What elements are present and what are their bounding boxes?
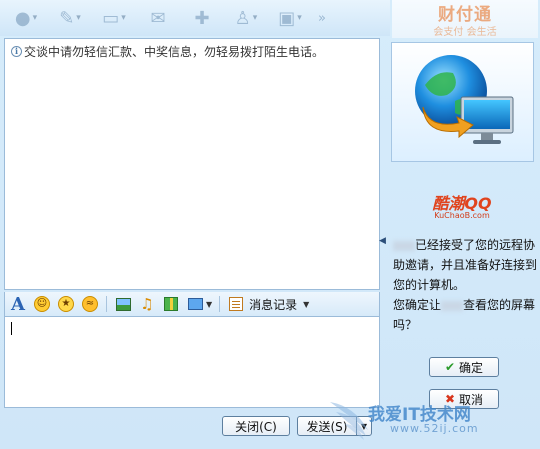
video-call-icon: ● [14, 7, 31, 29]
remote-assist-icon: ▣ [278, 7, 296, 29]
format-toolbar: A ☺ ★ ≈ ♫ ▼ 消息记录 ▼ [4, 292, 380, 316]
kuchao-site: KuChaoB.com [434, 211, 490, 220]
shake-window-button[interactable]: ≈ [81, 295, 99, 313]
close-icon: ✖ [444, 392, 456, 406]
chevron-down-icon[interactable]: ▼ [303, 300, 309, 309]
send-image-button[interactable] [114, 295, 132, 313]
accept-label: 确定 [459, 360, 484, 375]
chevron-down-icon[interactable]: ▾ [297, 13, 302, 23]
top-toolbar: ● ▾ ✎ ▾ ▭ ▾ ✉ ✚ ♙ ▾ ▣ ▾ » [0, 0, 390, 36]
history-label[interactable]: 消息记录 [249, 296, 297, 313]
history-icon [229, 297, 244, 311]
person-info-icon: ♙ [234, 7, 251, 29]
font-icon[interactable]: A [9, 294, 27, 315]
chevron-down-icon[interactable]: ▾ [33, 13, 38, 23]
gift-icon [164, 297, 178, 311]
send-options-button[interactable]: ▼ [356, 416, 372, 436]
chevron-down-icon[interactable]: ▾ [121, 13, 126, 23]
toolbar-more-button[interactable]: » [318, 11, 326, 26]
safety-notice-text: 交谈中请勿轻信汇款、中奖信息，勿轻易拨打陌生电话。 [24, 45, 325, 59]
blurred-contact-name [393, 240, 415, 251]
kuchao-logo: 酷潮QQ KuChaoB.com [412, 190, 512, 222]
magic-emoji-icon: ★ [58, 296, 74, 312]
send-button[interactable]: 发送(S) [297, 416, 357, 436]
add-app-button[interactable]: ✚ [182, 4, 222, 32]
remote-assist-message: 已经接受了您的远程协助邀请，并且准备好连接到您的计算机。 您确定让 查看您的屏幕吗… [393, 235, 537, 335]
video-call-button[interactable]: ● ▾ [6, 4, 46, 32]
person-info-button[interactable]: ♙ ▾ [226, 4, 266, 32]
chevron-down-icon[interactable]: ▾ [76, 13, 81, 23]
cancel-button[interactable]: ✖ 取消 [429, 389, 499, 409]
toolbar-divider [219, 296, 221, 312]
send-mail-button[interactable]: ✉ [138, 4, 178, 32]
history-button[interactable] [227, 295, 245, 313]
screenshot-button[interactable] [186, 295, 204, 313]
brand-slogan: 会支付 会生活 [433, 27, 497, 38]
add-app-icon: ✚ [194, 7, 210, 29]
remote-assist-button[interactable]: ▣ ▾ [270, 4, 310, 32]
voice-call-button[interactable]: ✎ ▾ [50, 4, 90, 32]
collapse-panel-icon[interactable]: ◀ [379, 236, 386, 246]
emoji-icon: ☺ [34, 296, 50, 312]
music-icon[interactable]: ♫ [138, 295, 156, 313]
image-icon [115, 297, 131, 311]
folder-icon: ▭ [102, 7, 120, 29]
chevron-down-icon[interactable]: ▼ [206, 300, 212, 309]
gift-button[interactable] [162, 295, 180, 313]
emoji-button[interactable]: ☺ [33, 295, 51, 313]
brand-logo: 财付通 [438, 5, 492, 25]
toolbar-divider [106, 296, 107, 312]
safety-notice: i 交谈中请勿轻信汇款、中奖信息，勿轻易拨打陌生电话。 [5, 39, 379, 64]
screenshot-icon [187, 298, 203, 310]
blurred-contact-name [441, 300, 464, 311]
chat-history-pane[interactable]: i 交谈中请勿轻信汇款、中奖信息，勿轻易拨打陌生电话。 [4, 38, 380, 290]
voice-call-icon: ✎ [59, 7, 75, 29]
info-icon: i [11, 46, 22, 57]
brand-banner[interactable]: 财付通 会支付 会生活 [392, 0, 538, 38]
cancel-label: 取消 [459, 392, 484, 407]
remote-assist-panel: 酷潮QQ KuChaoB.com ◀ 已经接受了您的远程协助邀请，并且准备好连接… [379, 38, 540, 449]
globe-monitor-icon [414, 55, 513, 144]
shake-icon: ≈ [82, 296, 98, 312]
close-button[interactable]: 关闭(C) [222, 416, 290, 436]
accept-button[interactable]: ✔ 确定 [429, 357, 499, 377]
chevron-down-icon[interactable]: ▾ [253, 13, 258, 23]
message-line2-pre: 您确定让 [393, 298, 442, 312]
check-icon: ✔ [444, 360, 456, 374]
send-mail-icon: ✉ [150, 7, 166, 29]
remote-assist-illustration [391, 42, 534, 162]
magic-emoji-button[interactable]: ★ [57, 295, 75, 313]
text-cursor [11, 322, 12, 335]
send-file-button[interactable]: ▭ ▾ [94, 4, 134, 32]
message-input[interactable] [4, 316, 380, 408]
